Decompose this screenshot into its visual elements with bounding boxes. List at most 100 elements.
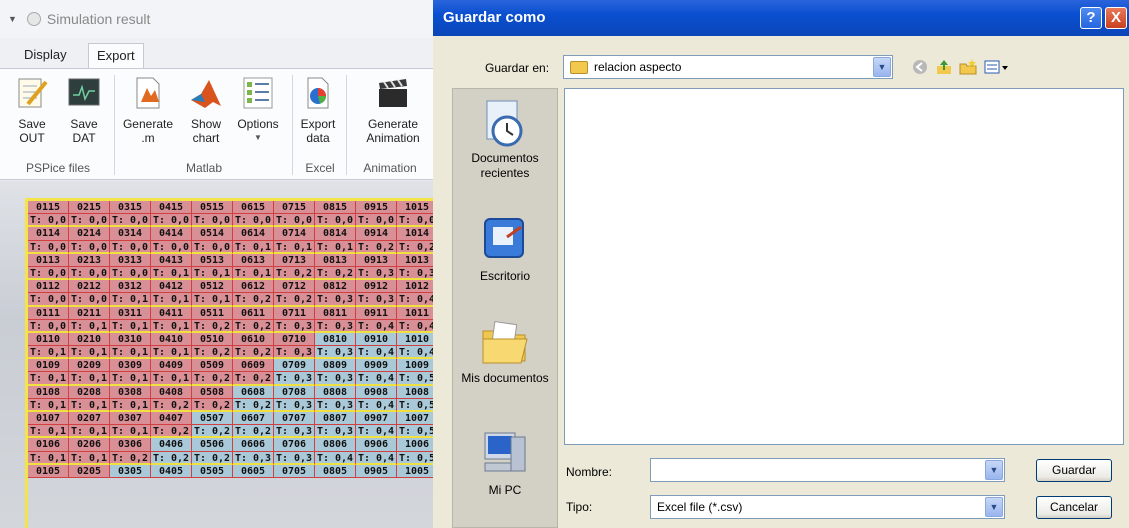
grid-cell-label[interactable]: 0106 — [28, 438, 69, 452]
grid-cell-value[interactable]: T: 0,2 — [192, 372, 233, 386]
grid-cell-label[interactable]: 0708 — [274, 385, 315, 399]
grid-cell-label[interactable]: 0912 — [356, 280, 397, 294]
grid-cell-value[interactable]: T: 0,2 — [192, 398, 233, 412]
chevron-down-icon[interactable]: ▼ — [985, 460, 1003, 480]
grid-cell-label[interactable]: 0515 — [192, 201, 233, 215]
grid-cell-value[interactable]: T: 0,1 — [110, 319, 151, 333]
grid-cell-label[interactable]: 0615 — [233, 201, 274, 215]
grid-cell-value[interactable]: T: 0,2 — [233, 425, 274, 439]
grid-cell-label[interactable]: 0210 — [69, 332, 110, 347]
grid-cell-value[interactable]: T: 0,3 — [315, 293, 356, 307]
grid-cell-label[interactable]: 0206 — [69, 438, 110, 452]
grid-cell-label[interactable]: 0607 — [233, 412, 274, 426]
grid-cell-value[interactable]: T: 0,0 — [69, 293, 110, 307]
grid-cell-label[interactable]: 0810 — [315, 332, 356, 347]
grid-cell-label[interactable]: 0408 — [151, 385, 192, 399]
grid-cell-value[interactable]: T: 0,4 — [356, 425, 397, 439]
grid-cell-value[interactable]: T: 0,2 — [233, 346, 274, 360]
grid-cell-value[interactable]: T: 0,1 — [151, 266, 192, 281]
grid-cell-label[interactable]: 1014 — [397, 227, 433, 241]
grid-cell-value[interactable]: T: 0,3 — [274, 451, 315, 465]
grid-cell-value[interactable]: T: 0,1 — [110, 372, 151, 386]
grid-cell-value[interactable]: T: 0,0 — [28, 319, 69, 333]
grid-cell-value[interactable]: T: 0,4 — [397, 346, 433, 360]
grid-cell-value[interactable]: T: 0,1 — [151, 346, 192, 360]
back-icon[interactable] — [911, 58, 929, 76]
grid-cell-value[interactable]: T: 0,1 — [69, 346, 110, 360]
grid-cell-label[interactable]: 0307 — [110, 412, 151, 426]
grid-cell-label[interactable]: 0611 — [233, 306, 274, 320]
grid-cell-label[interactable]: 0707 — [274, 412, 315, 426]
grid-cell-value[interactable]: T: 0,5 — [397, 425, 433, 439]
grid-cell-value[interactable]: T: 0,4 — [356, 372, 397, 386]
collapse-icon[interactable]: ▼ — [8, 14, 17, 24]
help-button[interactable]: ? — [1080, 7, 1102, 29]
place-my-computer[interactable]: Mi PC — [453, 429, 557, 498]
grid-cell-value[interactable]: T: 0,0 — [151, 214, 192, 228]
grid-cell-label[interactable]: 1006 — [397, 438, 433, 452]
grid-cell-value[interactable]: T: 0,0 — [69, 240, 110, 254]
grid-cell-label[interactable]: 0108 — [28, 385, 69, 399]
grid-cell-value[interactable]: T: 0,0 — [192, 214, 233, 228]
grid-cell-label[interactable]: 0706 — [274, 438, 315, 452]
grid-cell-label[interactable]: 0414 — [151, 227, 192, 241]
grid-cell-label[interactable]: 1012 — [397, 280, 433, 294]
grid-cell-label[interactable]: 0614 — [233, 227, 274, 241]
grid-cell-label[interactable]: 0914 — [356, 227, 397, 241]
grid-cell-label[interactable]: 0508 — [192, 385, 233, 399]
grid-cell-value[interactable]: T: 0,3 — [356, 266, 397, 281]
grid-cell-label[interactable]: 0409 — [151, 359, 192, 373]
grid-cell-value[interactable]: T: 0,3 — [274, 425, 315, 439]
grid-cell-value[interactable]: T: 0,1 — [274, 240, 315, 254]
grid-cell-value[interactable]: T: 0,2 — [233, 293, 274, 307]
grid-cell-value[interactable]: T: 0,3 — [274, 319, 315, 333]
grid-cell-value[interactable]: T: 0,1 — [151, 293, 192, 307]
grid-cell-value[interactable]: T: 0,1 — [28, 398, 69, 412]
grid-cell-label[interactable]: 0113 — [28, 253, 69, 267]
grid-cell-value[interactable]: T: 0,1 — [28, 425, 69, 439]
grid-cell-label[interactable]: 0505 — [192, 464, 233, 478]
grid-cell-value[interactable]: T: 0,5 — [397, 398, 433, 412]
grid-cell-value[interactable]: T: 0,1 — [69, 451, 110, 465]
grid-cell-label[interactable]: 0905 — [356, 464, 397, 478]
grid-cell-label[interactable]: 0712 — [274, 280, 315, 294]
grid-cell-label[interactable]: 0809 — [315, 359, 356, 373]
grid-cell-value[interactable]: T: 0,1 — [110, 346, 151, 360]
grid-cell-label[interactable]: 0111 — [28, 306, 69, 320]
tab-export[interactable]: Export — [88, 43, 144, 68]
grid-cell-label[interactable]: 0911 — [356, 306, 397, 320]
grid-cell-label[interactable]: 0212 — [69, 280, 110, 294]
grid-cell-value[interactable]: T: 0,2 — [315, 266, 356, 281]
grid-cell-label[interactable]: 0507 — [192, 412, 233, 426]
grid-cell-label[interactable]: 0709 — [274, 359, 315, 373]
grid-cell-label[interactable]: 0311 — [110, 306, 151, 320]
cancel-button[interactable]: Cancelar — [1036, 496, 1112, 519]
grid-cell-value[interactable]: T: 0,1 — [192, 293, 233, 307]
grid-cell-value[interactable]: T: 0,0 — [28, 240, 69, 254]
show-chart-button[interactable]: Show chart — [186, 75, 226, 145]
grid-cell-value[interactable]: T: 0,4 — [356, 398, 397, 412]
grid-cell-label[interactable]: 1008 — [397, 385, 433, 399]
generate-animation-button[interactable]: Generate Animation — [358, 75, 428, 145]
grid-cell-value[interactable]: T: 0,5 — [397, 451, 433, 465]
grid-cell-label[interactable]: 1011 — [397, 306, 433, 320]
grid-cell-label[interactable]: 0814 — [315, 227, 356, 241]
grid-cell-label[interactable]: 0713 — [274, 253, 315, 267]
grid-cell-value[interactable]: T: 0,4 — [356, 451, 397, 465]
grid-cell-label[interactable]: 0711 — [274, 306, 315, 320]
grid-cell-value[interactable]: T: 0,3 — [315, 346, 356, 360]
grid-cell-value[interactable]: T: 0,0 — [397, 214, 433, 228]
grid-cell-value[interactable]: T: 0,1 — [69, 372, 110, 386]
grid-cell-value[interactable]: T: 0,1 — [233, 240, 274, 254]
grid-cell-value[interactable]: T: 0,0 — [356, 214, 397, 228]
grid-cell-label[interactable]: 0608 — [233, 385, 274, 399]
save-dat-button[interactable]: Save DAT — [62, 75, 106, 145]
chevron-down-icon[interactable]: ▼ — [985, 497, 1003, 517]
place-recent[interactable]: Documentos recientes — [453, 97, 557, 181]
grid-cell-value[interactable]: T: 0,4 — [397, 293, 433, 307]
grid-cell-label[interactable]: 0908 — [356, 385, 397, 399]
grid-cell-label[interactable]: 0715 — [274, 201, 315, 215]
grid-cell-label[interactable]: 0308 — [110, 385, 151, 399]
grid-cell-label[interactable]: 0109 — [28, 359, 69, 373]
grid-cell-value[interactable]: T: 0,1 — [110, 293, 151, 307]
